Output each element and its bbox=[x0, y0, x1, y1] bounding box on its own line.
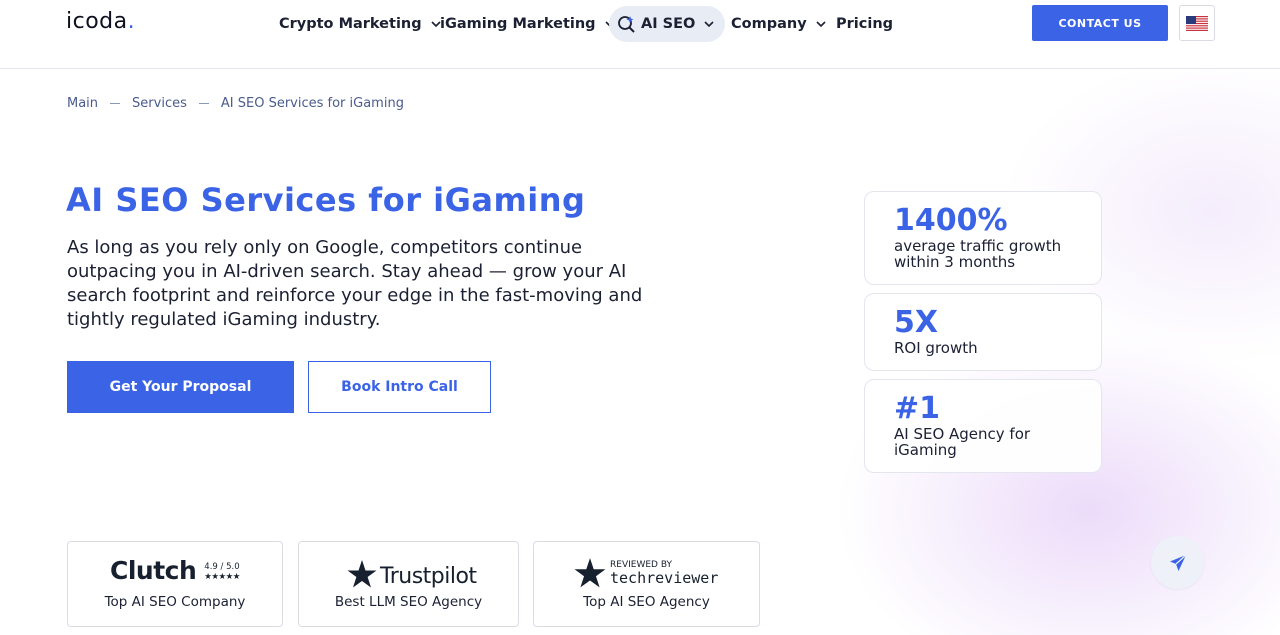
logo[interactable]: icoda. bbox=[66, 9, 135, 34]
trustpilot-badge[interactable]: Trustpilot Best LLM SEO Agency bbox=[298, 541, 519, 627]
page-title: AI SEO Services for iGaming bbox=[66, 181, 586, 219]
nav-ai-seo[interactable]: AI SEO bbox=[609, 6, 726, 42]
nav-pricing[interactable]: Pricing bbox=[836, 6, 893, 42]
stat-value: 1400% bbox=[894, 203, 1008, 238]
us-flag-icon bbox=[1186, 15, 1208, 31]
nav-label: Pricing bbox=[836, 16, 894, 32]
nav-label: AI SEO bbox=[641, 16, 696, 32]
clutch-badge[interactable]: Clutch 4.9 / 5.0 ★★★★★ Top AI SEO Compan… bbox=[67, 541, 283, 627]
star-icon bbox=[574, 558, 606, 588]
chevron-down-icon bbox=[816, 21, 826, 28]
contact-us-button[interactable]: CONTACT US bbox=[1032, 5, 1168, 41]
stat-card: 1400% average traffic growth within 3 mo… bbox=[864, 191, 1102, 285]
hero-description: As long as you rely only on Google, comp… bbox=[67, 237, 643, 330]
book-intro-call-button[interactable]: Book Intro Call bbox=[308, 361, 491, 413]
clutch-rating: 4.9 / 5.0 bbox=[204, 562, 240, 572]
send-icon bbox=[1169, 554, 1186, 571]
stat-value: #1 bbox=[894, 391, 941, 426]
nav-igaming-marketing[interactable]: iGaming Marketing bbox=[440, 6, 616, 42]
techreviewer-logo: REVIEWED BY techreviewer bbox=[574, 558, 718, 588]
breadcrumb-services[interactable]: Services bbox=[132, 96, 187, 111]
badge-caption: Top AI SEO Company bbox=[104, 594, 246, 610]
nav-company[interactable]: Company bbox=[731, 6, 827, 42]
stat-card: 5X ROI growth bbox=[864, 293, 1102, 371]
breadcrumb: Main Services AI SEO Services for iGamin… bbox=[67, 96, 404, 111]
nav-label: Company bbox=[731, 16, 807, 32]
stat-card: #1 AI SEO Agency for iGaming bbox=[864, 379, 1102, 473]
rating-stars: ★★★★★ bbox=[204, 572, 240, 582]
nav-label: Crypto Marketing bbox=[279, 16, 422, 32]
clutch-logo: Clutch 4.9 / 5.0 ★★★★★ bbox=[110, 556, 240, 585]
techreviewer-badge[interactable]: REVIEWED BY techreviewer Top AI SEO Agen… bbox=[533, 541, 760, 627]
nav-crypto-marketing[interactable]: Crypto Marketing bbox=[279, 6, 442, 42]
ai-search-icon bbox=[618, 16, 635, 33]
badge-caption: Best LLM SEO Agency bbox=[334, 594, 483, 610]
send-message-button[interactable] bbox=[1151, 536, 1204, 589]
stat-value: 5X bbox=[894, 305, 939, 340]
breadcrumb-main[interactable]: Main bbox=[67, 96, 98, 111]
get-proposal-button[interactable]: Get Your Proposal bbox=[67, 361, 294, 413]
language-selector[interactable] bbox=[1179, 5, 1215, 41]
star-icon bbox=[347, 559, 377, 587]
stat-label: AI SEO Agency for iGaming bbox=[894, 425, 1031, 459]
nav-label: iGaming Marketing bbox=[440, 16, 596, 32]
breadcrumb-separator bbox=[198, 103, 209, 104]
chevron-down-icon bbox=[704, 21, 714, 28]
breadcrumb-separator bbox=[110, 103, 121, 104]
badge-caption: Top AI SEO Agency bbox=[583, 594, 710, 610]
trustpilot-logo: Trustpilot bbox=[347, 558, 477, 589]
site-header: icoda. Crypto Marketing iGaming Marketin… bbox=[0, 0, 1280, 69]
stat-label: average traffic growth within 3 months bbox=[894, 237, 1062, 271]
breadcrumb-current: AI SEO Services for iGaming bbox=[220, 96, 404, 111]
stat-label: ROI growth bbox=[894, 339, 978, 357]
